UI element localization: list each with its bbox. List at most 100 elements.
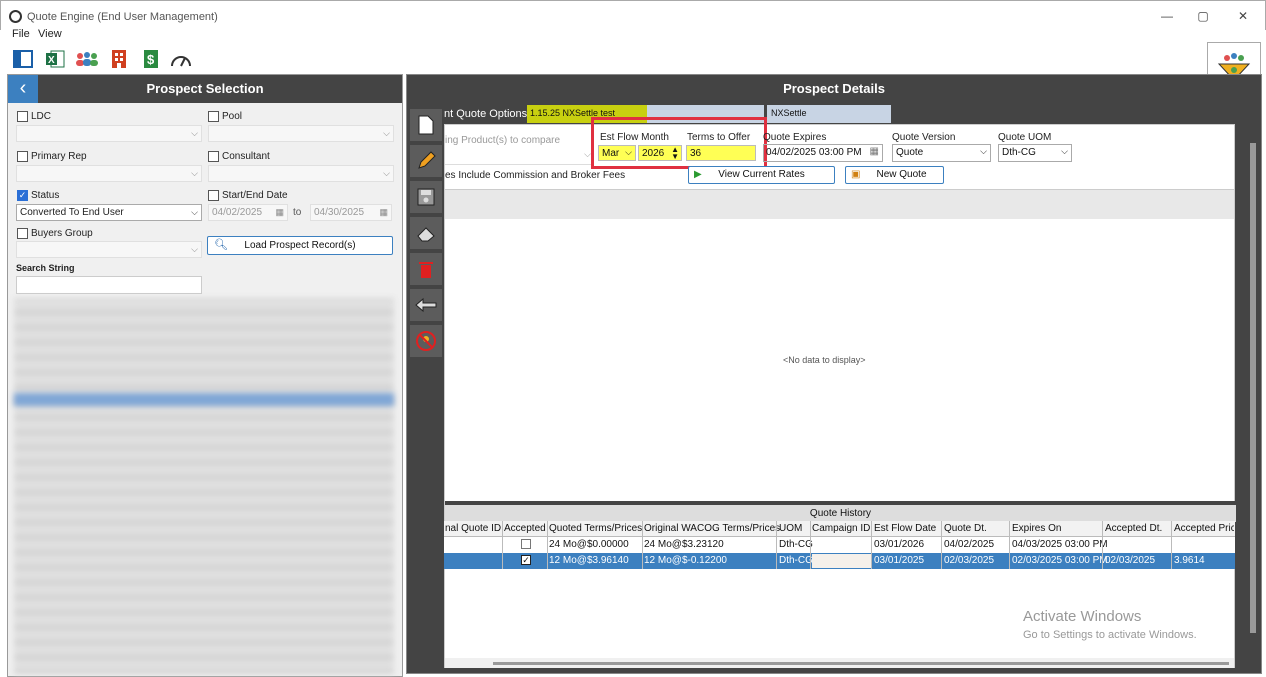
product-compare-dropdown[interactable]: ⌵ (445, 147, 593, 165)
start-date-field[interactable]: 04/02/2025 ▦ (208, 204, 288, 221)
col-campaign-id[interactable]: Campaign ID (812, 523, 870, 534)
horizontal-scrollbar[interactable] (445, 658, 1234, 668)
delete-trash-icon[interactable] (410, 253, 442, 285)
convert-arrow-icon[interactable] (410, 289, 442, 321)
col-uom[interactable]: UOM (779, 523, 802, 534)
new-quote-button[interactable]: ▣ New Quote (845, 166, 944, 184)
panel-icon[interactable] (12, 48, 34, 70)
pool-dropdown[interactable]: ⌵ (208, 125, 394, 142)
svg-text:X: X (48, 55, 55, 66)
quote-expires-field[interactable]: 04/02/2025 03:00 PM ▦ (763, 144, 883, 162)
col-quote-id[interactable]: nal Quote ID (445, 523, 501, 534)
search-icon: 🔍︎ (214, 239, 228, 251)
panel-header: Prospect Selection (8, 75, 402, 103)
to-label: to (293, 207, 302, 218)
start-end-checkbox[interactable]: Start/End Date (208, 190, 288, 201)
view-current-rates-button[interactable]: ▶ View Current Rates (688, 166, 835, 184)
nxsettle-tab[interactable]: NXSettle (767, 105, 891, 123)
quote-uom-label: Quote UOM (998, 132, 1052, 143)
quote-doc-icon: ▣ (851, 169, 861, 180)
excel-icon[interactable]: X (44, 48, 66, 70)
col-accepted[interactable]: Accepted (504, 523, 546, 534)
quote-history-title: Quote History (445, 505, 1236, 522)
col-wacog-terms[interactable]: Original WACOG Terms/Prices (644, 523, 780, 534)
col-est-flow-date[interactable]: Est Flow Date (874, 523, 936, 534)
col-accepted-dt[interactable]: Accepted Dt. (1105, 523, 1162, 534)
end-date-field[interactable]: 04/30/2025 ▦ (310, 204, 392, 221)
product-compare-placeholder: ing Product(s) to compare (445, 135, 561, 146)
accepted-checkbox[interactable] (521, 539, 531, 549)
menu-view[interactable]: View (38, 28, 62, 40)
search-input[interactable] (16, 276, 202, 294)
cell-wacog: 24 Mo@$3.23120 (644, 539, 724, 550)
details-content: ing Product(s) to compare ⌵ es Include C… (444, 117, 1256, 668)
col-accepted-price[interactable]: Accepted Price (1174, 523, 1234, 534)
col-divider (502, 521, 503, 569)
start-end-label: Start/End Date (222, 190, 288, 201)
restore-icon[interactable]: ▢ (1193, 9, 1213, 23)
cell-accepted-price: 3.9614 (1174, 555, 1205, 566)
no-data-message: <No data to display> (783, 355, 866, 365)
quote-version-label: Quote Version (892, 132, 956, 143)
cell-quoted: 24 Mo@$0.00000 (549, 539, 629, 550)
ldc-label: LDC (31, 111, 52, 122)
quote-version-value: Quote (896, 147, 924, 158)
gauge-icon[interactable] (170, 48, 192, 70)
blurred-selected-row (14, 393, 394, 406)
quote-uom-dropdown[interactable]: Dth-CG ⌵ (998, 144, 1072, 162)
status-dropdown[interactable]: Converted To End User ⌵ (16, 204, 202, 221)
calendar-icon[interactable]: ▦ (379, 205, 388, 220)
col-expires-on[interactable]: Expires On (1012, 523, 1061, 534)
load-prospect-label: Load Prospect Record(s) (244, 240, 356, 251)
quote-uom-value: Dth-CG (1002, 147, 1036, 158)
app-logo-icon (9, 10, 22, 23)
table-row[interactable]: 24 Mo@$0.00000 24 Mo@$3.23120 Dth-CG 03/… (444, 537, 1235, 553)
quote-expires-label: Quote Expires (763, 132, 827, 143)
col-divider (776, 521, 777, 569)
activate-windows-subtitle: Go to Settings to activate Windows. (1023, 629, 1197, 641)
col-quoted-terms[interactable]: Quoted Terms/Prices (549, 523, 642, 534)
calendar-icon[interactable]: ▦ (870, 146, 879, 157)
pool-label: Pool (222, 111, 243, 122)
fees-label: es Include Commission and Broker Fees (445, 170, 626, 181)
eraser-icon[interactable] (410, 217, 442, 249)
load-prospect-button[interactable]: 🔍︎ Load Prospect Record(s) (207, 236, 393, 255)
details-title: Prospect Details (783, 81, 885, 96)
cell-accepted-dt: 02/03/2025 (1105, 555, 1156, 566)
users-icon[interactable] (74, 48, 100, 70)
no-user-icon[interactable] (410, 325, 442, 357)
vertical-scrollbar[interactable] (1250, 143, 1256, 633)
accepted-checkbox-checked[interactable]: ✓ (521, 555, 531, 565)
col-divider (871, 521, 872, 569)
close-icon[interactable]: ✕ (1233, 9, 1253, 23)
ldc-checkbox[interactable]: LDC (17, 111, 51, 122)
buyers-group-dropdown[interactable]: ⌵ (16, 241, 202, 258)
col-divider (1102, 521, 1103, 569)
buyers-group-checkbox[interactable]: Buyers Group (17, 228, 93, 239)
consultant-dropdown[interactable]: ⌵ (208, 165, 394, 182)
consultant-checkbox[interactable]: Consultant (208, 151, 270, 162)
save-icon[interactable] (410, 181, 442, 213)
back-arrow-icon[interactable]: ‹ (8, 75, 38, 103)
col-quote-dt[interactable]: Quote Dt. (944, 523, 987, 534)
pool-checkbox[interactable]: Pool (208, 111, 242, 122)
end-date-value: 04/30/2025 (314, 207, 365, 218)
edit-pencil-icon[interactable] (410, 145, 442, 177)
primary-rep-dropdown[interactable]: ⌵ (16, 165, 202, 182)
calendar-icon[interactable]: ▦ (275, 205, 284, 220)
status-label: Status (31, 190, 60, 201)
new-document-icon[interactable] (410, 109, 442, 141)
quote-expires-value: 04/02/2025 03:00 PM (766, 147, 862, 158)
building-icon[interactable] (108, 48, 130, 70)
status-value: Converted To End User (20, 207, 124, 218)
panel-title: Prospect Selection (146, 81, 264, 96)
status-checkbox[interactable]: ✓ Status (17, 190, 59, 201)
ldc-dropdown[interactable]: ⌵ (16, 125, 202, 142)
table-row-selected[interactable]: ✓ 12 Mo@$3.96140 12 Mo@$-0.12200 Dth-CG … (444, 553, 1235, 569)
cell-quoted: 12 Mo@$3.96140 (549, 555, 629, 566)
money-icon[interactable]: $ (140, 48, 162, 70)
minimize-icon[interactable]: — (1157, 9, 1177, 23)
menu-file[interactable]: File (12, 28, 30, 40)
primary-rep-checkbox[interactable]: Primary Rep (17, 151, 87, 162)
quote-version-dropdown[interactable]: Quote ⌵ (892, 144, 991, 162)
